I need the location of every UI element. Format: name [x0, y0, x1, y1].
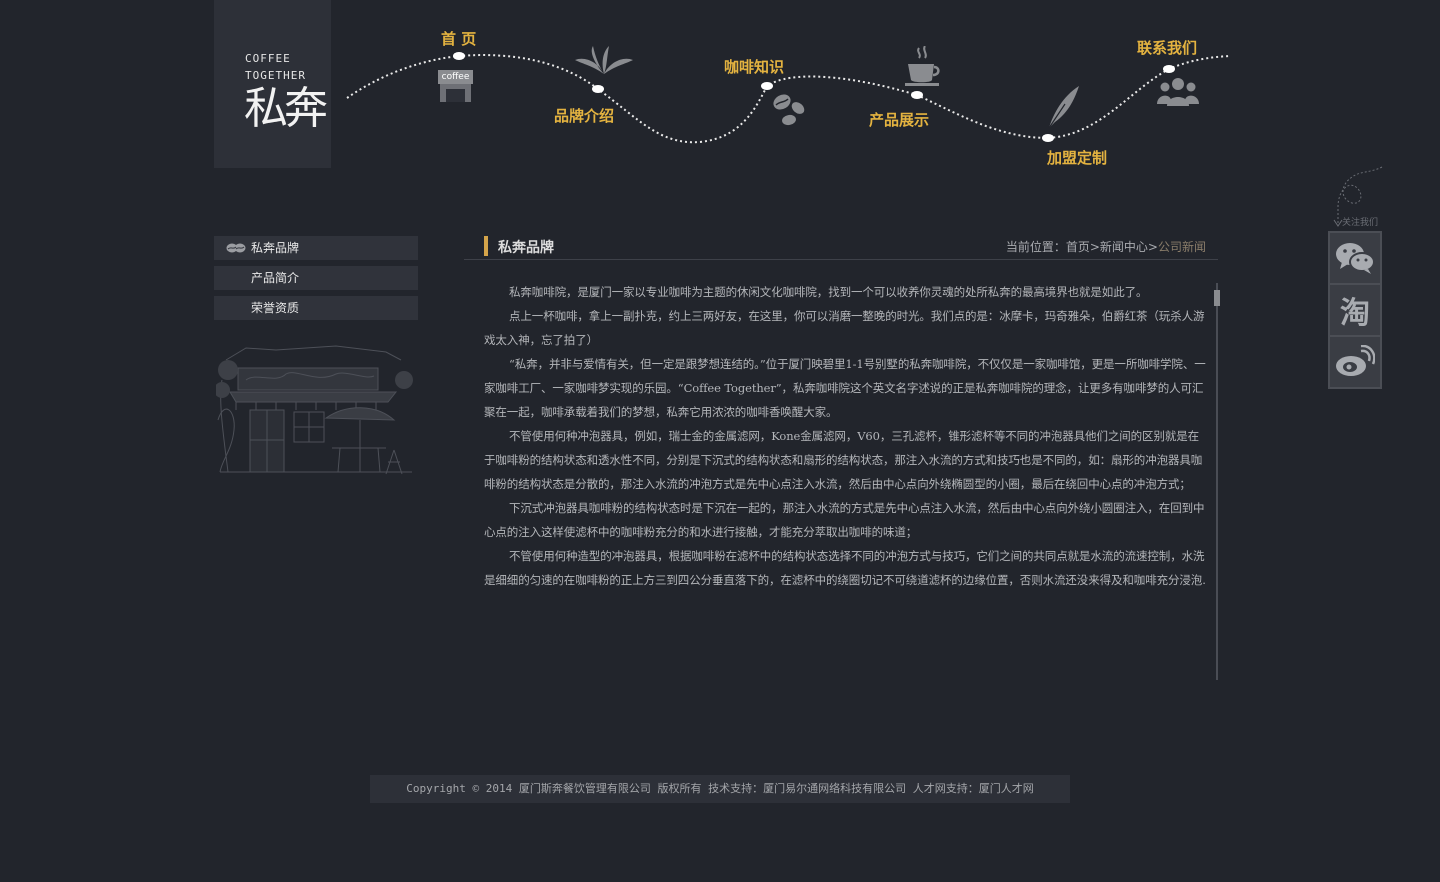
wechat-button[interactable] — [1330, 233, 1380, 283]
social-panel: 淘 — [1328, 231, 1382, 389]
sidebar-item-label: 荣誉资质 — [251, 301, 300, 315]
wechat-icon — [1336, 243, 1375, 274]
article-paragraph: 点上一杯咖啡，拿上一副扑克，约上三两好友，在这里，你可以消磨一整晚的时光。我们点… — [484, 309, 1205, 347]
coffee-beans-icon — [773, 94, 805, 126]
article-paragraph: “私奔，并非与爱情有关，但一定是跟梦想连结的。”位于厦门映碧里1-1号别墅的私奔… — [484, 357, 1206, 419]
sidebar-item-label: 产品简介 — [251, 271, 300, 285]
coffee-beans-icon — [226, 243, 246, 253]
users-icon — [1157, 78, 1199, 106]
logo-english: COFFEE TOGETHER — [245, 52, 306, 82]
section-divider — [464, 259, 1218, 260]
weibo-button[interactable] — [1330, 337, 1380, 387]
nav-home[interactable]: 首 页 — [441, 28, 476, 49]
weibo-icon — [1336, 345, 1375, 376]
nav-franchise[interactable]: 加盟定制 — [1047, 147, 1107, 168]
section-title-bar — [484, 236, 488, 256]
cafe-sketch-illustration — [216, 345, 413, 475]
taobao-icon: 淘 — [1340, 296, 1370, 331]
logo-chinese: 私奔 — [244, 83, 328, 134]
sidebar-item-brand[interactable]: 私奔品牌 — [214, 236, 418, 260]
article-body: 私奔咖啡院，是厦门一家以专业咖啡为主题的休闲文化咖啡院，找到一个可以收养你灵魂的… — [484, 280, 1206, 592]
article-paragraph: 不管使用何种冲泡器具，例如，瑞士金的金属滤网，Kone金属滤网，V60，三孔滤杯… — [484, 429, 1203, 491]
nav-brand-intro[interactable]: 品牌介绍 — [554, 105, 614, 126]
article-paragraph: 私奔咖啡院，是厦门一家以专业咖啡为主题的休闲文化咖啡院，找到一个可以收养你灵魂的… — [509, 285, 1148, 299]
nav-coffee-knowledge[interactable]: 咖啡知识 — [724, 56, 784, 77]
scrollbar-thumb[interactable] — [1214, 290, 1220, 306]
breadcrumb-prefix: 当前位置： — [1005, 240, 1066, 254]
breadcrumb-current: 公司新闻 — [1157, 240, 1206, 254]
ornament-icon — [575, 46, 633, 74]
sidebar-item-products[interactable]: 产品简介 — [214, 266, 418, 290]
nav-products[interactable]: 产品展示 — [869, 109, 929, 130]
sidebar-item-label: 私奔品牌 — [251, 241, 300, 255]
follow-us-label: 关注我们 — [1342, 218, 1379, 228]
scrollbar-track[interactable] — [1216, 283, 1218, 680]
sidebar-item-honors[interactable]: 荣誉资质 — [214, 296, 418, 320]
breadcrumb-home[interactable]: 首页 — [1066, 240, 1090, 254]
breadcrumb: 当前位置：首页>新闻中心>公司新闻 — [1005, 240, 1206, 254]
coffee-shop-icon: coffee — [438, 70, 473, 102]
section-title: 私奔品牌 — [498, 240, 554, 256]
coffee-cup-icon — [905, 46, 940, 86]
quill-icon — [1048, 86, 1079, 129]
footer-copyright: Copyright © 2014 厦门斯奔餐饮管理有限公司 版权所有 技术支持：… — [370, 775, 1070, 803]
article-paragraph: 下沉式冲泡器具咖啡粉的结构状态时是下沉在一起的，那注入水流的方式是先中心点注入水… — [484, 501, 1205, 539]
article-paragraph: 不管使用何种造型的冲泡器具，根据咖啡粉在滤杯中的结构状态选择不同的冲泡方式与技巧… — [484, 549, 1206, 587]
nav-contact[interactable]: 联系我们 — [1137, 37, 1197, 58]
taobao-button[interactable]: 淘 — [1330, 285, 1380, 335]
breadcrumb-news-center[interactable]: 新闻中心 — [1100, 240, 1148, 254]
site-logo[interactable]: COFFEE TOGETHER 私奔 — [214, 0, 331, 168]
